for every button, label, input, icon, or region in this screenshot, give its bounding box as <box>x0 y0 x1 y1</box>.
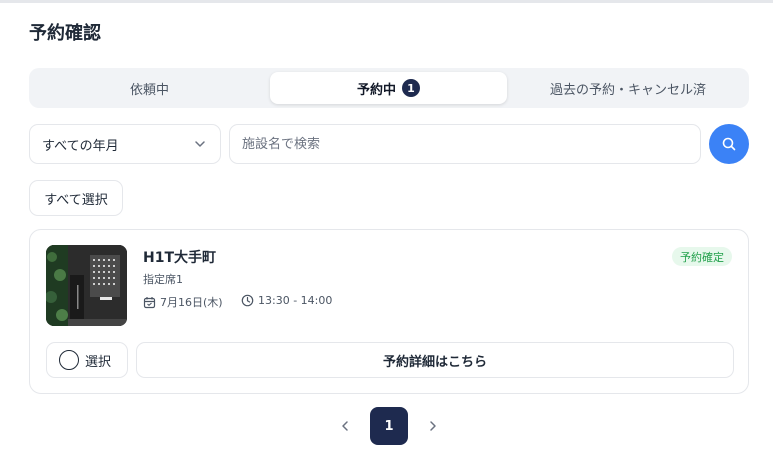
tab-label: 予約中 <box>356 82 396 98</box>
search-button[interactable] <box>709 124 749 164</box>
time-text: 13:30 - 14:00 <box>258 294 333 307</box>
pagination: 1 <box>0 407 773 445</box>
clock-icon <box>241 294 254 307</box>
chevron-left-icon[interactable] <box>336 417 354 435</box>
period-select-value: すべての年月 <box>42 138 119 154</box>
facility-name: H1T大手町 <box>143 250 217 266</box>
tab-past-cancelled[interactable]: 過去の予約・キャンセル済 <box>511 72 745 104</box>
chevron-down-icon <box>195 141 205 147</box>
radio-circle-icon <box>59 350 79 370</box>
page-title: 予約確認 <box>29 23 101 44</box>
calendar-icon <box>143 296 156 308</box>
select-all-button[interactable]: すべて選択 <box>29 180 123 216</box>
chevron-right-icon[interactable] <box>424 417 442 435</box>
reservation-card: H1T大手町 指定席1 7月16日(木) 13:30 - 14:00 予約確定 … <box>29 229 749 394</box>
reservation-detail-button[interactable]: 予約詳細はこちら <box>136 342 734 378</box>
facility-photo <box>46 245 127 326</box>
top-border <box>0 0 773 3</box>
status-badge: 予約確定 <box>672 247 732 266</box>
tab-reserved[interactable]: 予約中 1 <box>270 72 507 104</box>
tab-bar: 依頼中 予約中 1 過去の予約・キャンセル済 <box>29 68 749 108</box>
tab-requesting[interactable]: 依頼中 <box>33 72 266 104</box>
reservation-time: 13:30 - 14:00 <box>241 294 332 307</box>
select-checkbox[interactable]: 選択 <box>46 342 128 378</box>
period-select[interactable]: すべての年月 <box>29 124 221 164</box>
search-input[interactable] <box>229 124 701 164</box>
tab-label: 依頼中 <box>129 82 169 98</box>
count-badge: 1 <box>402 79 420 97</box>
reservation-date: 7月16日(木) <box>143 294 223 310</box>
select-label: 選択 <box>85 354 112 370</box>
date-text: 7月16日(木) <box>160 296 223 309</box>
search-icon <box>722 137 736 151</box>
tab-label: 過去の予約・キャンセル済 <box>549 82 706 98</box>
seat-name: 指定席1 <box>143 273 183 286</box>
page-button-current[interactable]: 1 <box>370 407 408 445</box>
